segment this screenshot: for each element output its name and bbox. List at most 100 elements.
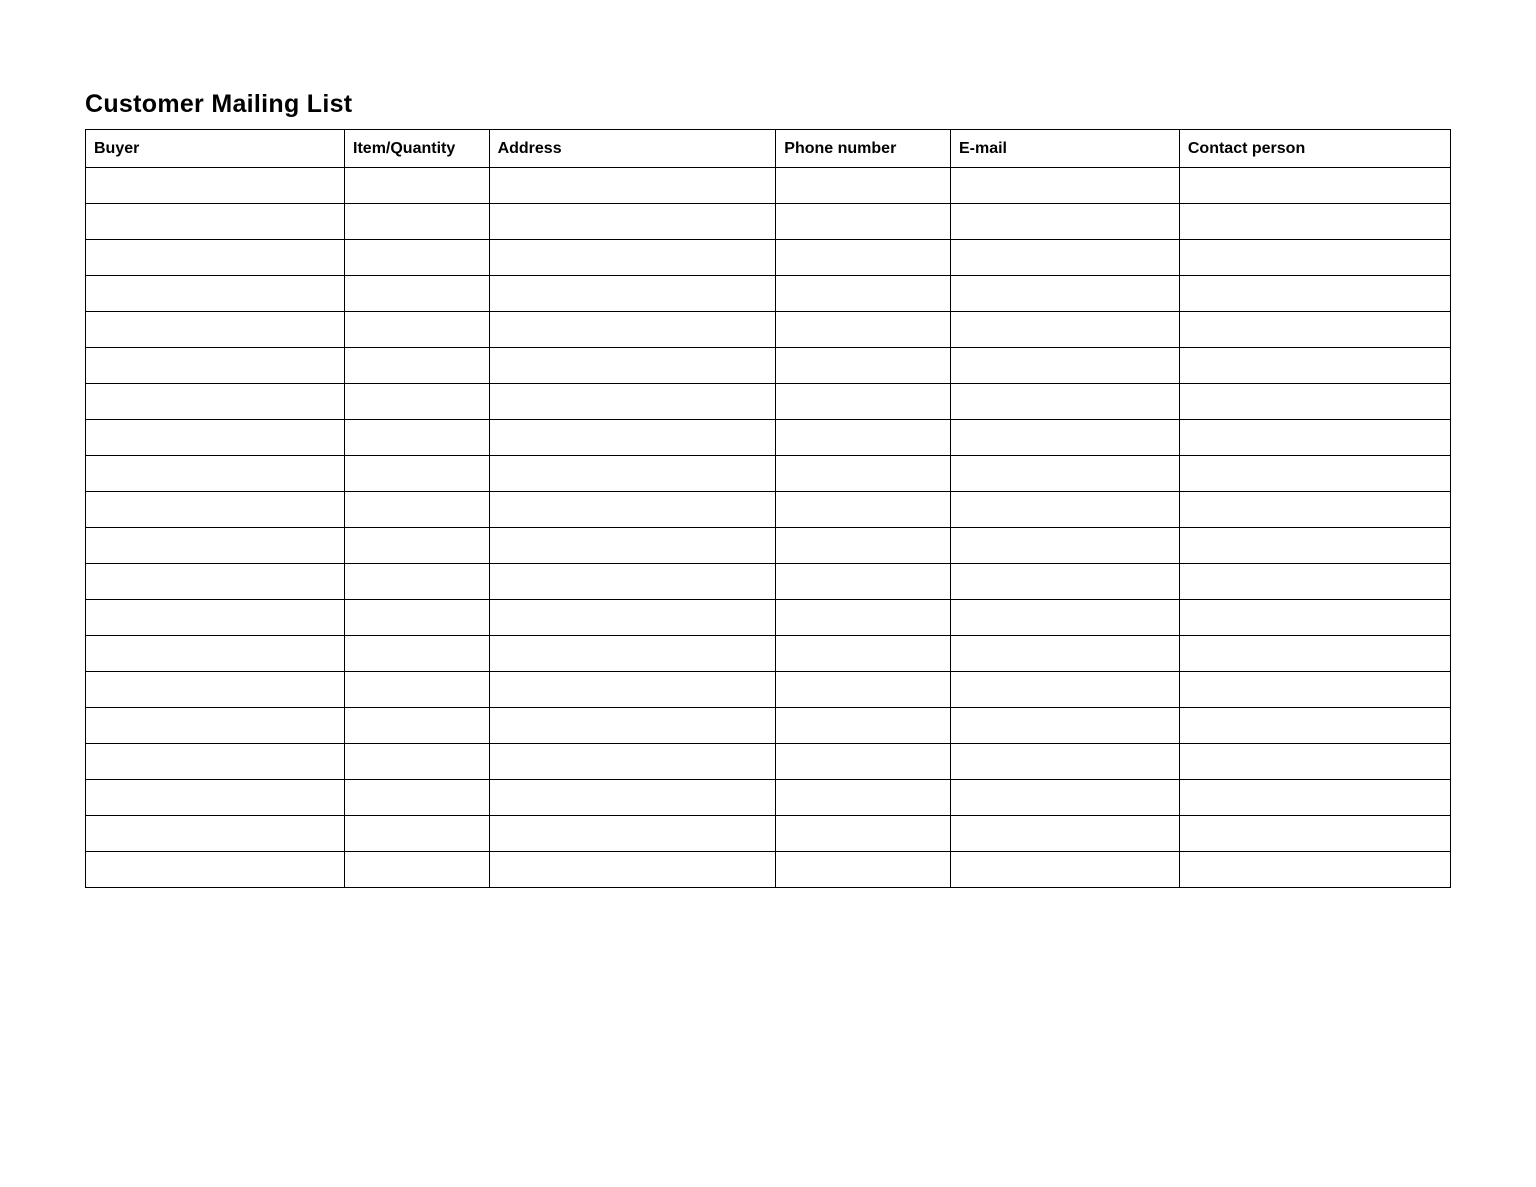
table-row	[86, 816, 1451, 852]
table-row	[86, 456, 1451, 492]
cell-address	[489, 276, 776, 312]
cell-item	[345, 456, 490, 492]
cell-buyer	[86, 384, 345, 420]
cell-contact	[1179, 168, 1450, 204]
table-row	[86, 600, 1451, 636]
cell-address	[489, 636, 776, 672]
page-title: Customer Mailing List	[85, 90, 1451, 119]
table-row	[86, 636, 1451, 672]
table-row	[86, 204, 1451, 240]
cell-email	[950, 852, 1179, 888]
cell-email	[950, 312, 1179, 348]
cell-phone	[776, 600, 951, 636]
cell-contact	[1179, 420, 1450, 456]
table-row	[86, 312, 1451, 348]
cell-item	[345, 528, 490, 564]
cell-item	[345, 816, 490, 852]
table-row	[86, 384, 1451, 420]
table-row	[86, 780, 1451, 816]
cell-item	[345, 312, 490, 348]
cell-buyer	[86, 852, 345, 888]
cell-buyer	[86, 600, 345, 636]
cell-item	[345, 780, 490, 816]
table-row	[86, 708, 1451, 744]
cell-phone	[776, 780, 951, 816]
cell-buyer	[86, 672, 345, 708]
cell-address	[489, 420, 776, 456]
cell-buyer	[86, 636, 345, 672]
cell-buyer	[86, 744, 345, 780]
cell-phone	[776, 348, 951, 384]
cell-item	[345, 852, 490, 888]
cell-item	[345, 384, 490, 420]
table-row	[86, 852, 1451, 888]
cell-address	[489, 600, 776, 636]
table-row	[86, 528, 1451, 564]
cell-buyer	[86, 312, 345, 348]
cell-item	[345, 276, 490, 312]
cell-contact	[1179, 564, 1450, 600]
cell-phone	[776, 528, 951, 564]
cell-buyer	[86, 348, 345, 384]
cell-item	[345, 636, 490, 672]
cell-address	[489, 384, 776, 420]
cell-phone	[776, 672, 951, 708]
cell-address	[489, 564, 776, 600]
cell-phone	[776, 384, 951, 420]
cell-buyer	[86, 168, 345, 204]
table-row	[86, 276, 1451, 312]
mailing-list-table: Buyer Item/Quantity Address Phone number…	[85, 129, 1451, 888]
cell-phone	[776, 564, 951, 600]
cell-buyer	[86, 564, 345, 600]
cell-contact	[1179, 276, 1450, 312]
cell-item	[345, 348, 490, 384]
cell-contact	[1179, 384, 1450, 420]
cell-item	[345, 564, 490, 600]
cell-item	[345, 672, 490, 708]
cell-address	[489, 456, 776, 492]
cell-email	[950, 600, 1179, 636]
cell-email	[950, 348, 1179, 384]
cell-phone	[776, 420, 951, 456]
table-row	[86, 348, 1451, 384]
cell-phone	[776, 492, 951, 528]
cell-address	[489, 204, 776, 240]
cell-buyer	[86, 528, 345, 564]
cell-email	[950, 816, 1179, 852]
header-email: E-mail	[950, 130, 1179, 168]
cell-item	[345, 204, 490, 240]
cell-contact	[1179, 852, 1450, 888]
cell-contact	[1179, 600, 1450, 636]
cell-item	[345, 708, 490, 744]
cell-email	[950, 204, 1179, 240]
cell-item	[345, 240, 490, 276]
cell-item	[345, 600, 490, 636]
cell-email	[950, 744, 1179, 780]
header-phone-number: Phone number	[776, 130, 951, 168]
cell-phone	[776, 204, 951, 240]
cell-contact	[1179, 780, 1450, 816]
cell-email	[950, 384, 1179, 420]
cell-address	[489, 852, 776, 888]
cell-address	[489, 780, 776, 816]
cell-address	[489, 492, 776, 528]
table-row	[86, 564, 1451, 600]
cell-item	[345, 492, 490, 528]
header-address: Address	[489, 130, 776, 168]
cell-contact	[1179, 708, 1450, 744]
cell-address	[489, 708, 776, 744]
table-row	[86, 168, 1451, 204]
table-row	[86, 492, 1451, 528]
cell-contact	[1179, 636, 1450, 672]
cell-contact	[1179, 348, 1450, 384]
cell-phone	[776, 636, 951, 672]
cell-email	[950, 420, 1179, 456]
cell-address	[489, 168, 776, 204]
cell-item	[345, 420, 490, 456]
cell-address	[489, 672, 776, 708]
cell-contact	[1179, 744, 1450, 780]
cell-contact	[1179, 456, 1450, 492]
cell-address	[489, 312, 776, 348]
cell-contact	[1179, 672, 1450, 708]
cell-contact	[1179, 240, 1450, 276]
